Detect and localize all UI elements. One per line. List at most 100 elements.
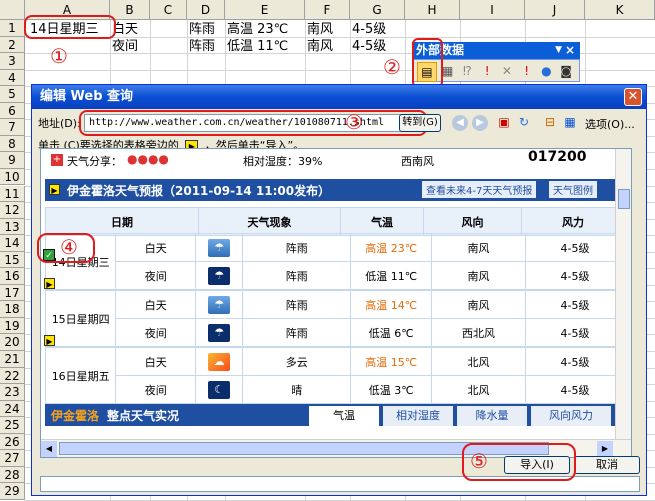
cancel-button[interactable]: 取消	[574, 456, 640, 474]
stop-icon[interactable]: ▣	[496, 115, 512, 131]
save-query-icon[interactable]: ▦	[562, 115, 578, 131]
refresh-status-icon[interactable]: ●	[538, 62, 556, 80]
query-parameters-icon[interactable]: ⁉	[459, 62, 477, 80]
table-select-arrow-icon[interactable]: ▶	[49, 184, 60, 195]
wind-direction-top: 西南风	[401, 155, 434, 168]
row-header-27[interactable]: 27	[0, 450, 25, 467]
forecast-force: 4-5级	[525, 261, 625, 290]
cell-g2[interactable]: 4-5级	[352, 38, 386, 56]
row-header-10[interactable]: 10	[0, 168, 25, 186]
toolbar-dropdown-icon[interactable]: ▼	[555, 42, 562, 59]
live-tab-wind[interactable]: 风向风力	[531, 406, 611, 426]
row-header-6[interactable]: 6	[0, 102, 25, 120]
scroll-left-icon[interactable]: ◀	[41, 441, 57, 457]
row-header-28[interactable]: 28	[0, 466, 25, 484]
scroll-right-icon[interactable]: ▶	[597, 441, 613, 457]
hide-icons-icon[interactable]: ⊟	[542, 115, 558, 131]
forecast-date: 15日星期四	[44, 290, 117, 347]
share-icons[interactable]: ●●●●	[127, 152, 169, 166]
row-header-8[interactable]: 8	[0, 135, 25, 153]
row-header-9[interactable]: 9	[0, 152, 25, 169]
forecast-header-row: 日期 天气现象 气温 风向 风力	[45, 207, 625, 236]
forecast-row: 14日星期三 白天 ☂ 阵雨 高温 23℃ 南风 4-5级	[44, 233, 625, 290]
cell-e1[interactable]: 高温 23℃	[227, 21, 288, 39]
row-header-19[interactable]: 19	[0, 317, 25, 335]
table-select-arrow-icon[interactable]: ▶	[44, 278, 55, 289]
col-header-f[interactable]: F	[305, 0, 350, 20]
col-header-b[interactable]: B	[110, 0, 150, 20]
refresh-icon[interactable]: ↻	[516, 115, 532, 131]
row-header-17[interactable]: 17	[0, 284, 25, 302]
cell-e2[interactable]: 低温 11℃	[227, 38, 288, 56]
col-header-k[interactable]: K	[585, 0, 655, 20]
col-header-d[interactable]: D	[187, 0, 225, 20]
corner-cell[interactable]	[0, 0, 25, 20]
forecast-wind: 南风	[430, 290, 527, 319]
go-button[interactable]: 转到(G)	[399, 114, 441, 132]
col-header-i[interactable]: I	[460, 0, 525, 20]
forecast-icon: ☂	[195, 290, 244, 319]
scroll-thumb[interactable]	[618, 189, 630, 209]
cell-f1[interactable]: 南风	[307, 21, 333, 39]
row-header-2[interactable]: 2	[0, 36, 25, 54]
row-header-25[interactable]: 25	[0, 417, 25, 434]
refresh-data-icon[interactable]: !	[478, 62, 496, 80]
edit-web-query-dialog[interactable]: 编辑 Web 查询 ✕ 地址(D): http://www.weather.co…	[31, 84, 647, 496]
row-header-24[interactable]: 24	[0, 400, 25, 418]
refresh-all-icon[interactable]: !	[518, 62, 536, 80]
cell-d1[interactable]: 阵雨	[189, 21, 215, 39]
row-header-12[interactable]: 12	[0, 202, 25, 219]
weather-legend-button[interactable]: 天气图例	[549, 181, 597, 198]
row-header-5[interactable]: 5	[0, 86, 25, 103]
live-title-place: 伊金霍洛	[51, 409, 100, 423]
dialog-titlebar[interactable]: 编辑 Web 查询 ✕	[32, 85, 646, 109]
col-header-h[interactable]: H	[405, 0, 460, 20]
dialog-close-button[interactable]: ✕	[624, 88, 642, 106]
row-header-3[interactable]: 3	[0, 53, 25, 70]
col-header-c[interactable]: C	[150, 0, 187, 20]
table-select-arrow-icon[interactable]: ▶	[44, 335, 55, 346]
more-forecast-button[interactable]: 查看未来4-7天天气预报	[422, 181, 537, 198]
row-header-7[interactable]: 7	[0, 119, 25, 136]
cancel-refresh-icon[interactable]: ✕	[498, 62, 516, 80]
col-header-g[interactable]: G	[350, 0, 405, 20]
cell-b2[interactable]: 夜间	[112, 38, 138, 56]
forecast-row: 夜间 ☾ 晴低温 3℃ 北风 4-5级	[46, 375, 625, 404]
row-header-11[interactable]: 11	[0, 185, 25, 203]
forecast-period: 白天	[115, 233, 197, 262]
cloudy-icon: ☁	[208, 352, 231, 371]
live-tab-precip[interactable]: 降水量	[457, 406, 527, 426]
web-content-pane[interactable]: + 天气分享： ●●●● 相对湿度：39% 西南风 017200 ▶ 伊金霍洛天…	[40, 148, 632, 458]
forecast-wind: 北风	[430, 347, 527, 376]
row-header-22[interactable]: 22	[0, 367, 25, 385]
vertical-scrollbar[interactable]	[615, 149, 631, 439]
camera-icon[interactable]: ◙	[557, 62, 575, 80]
header-date: 日期	[45, 207, 199, 236]
options-button[interactable]: 选项(O)...	[585, 116, 635, 132]
cell-g1[interactable]: 4-5级	[352, 21, 386, 39]
row-header-16[interactable]: 16	[0, 268, 25, 285]
annotation-number-1: ①	[50, 44, 68, 68]
row-header-20[interactable]: 20	[0, 334, 25, 351]
row-header-18[interactable]: 18	[0, 301, 25, 318]
plus-icon[interactable]: +	[51, 154, 63, 166]
back-icon[interactable]: ◀	[452, 115, 468, 131]
cell-d2[interactable]: 阵雨	[189, 38, 215, 56]
row-header-23[interactable]: 23	[0, 384, 25, 401]
col-header-j[interactable]: J	[525, 0, 585, 20]
row-header-29[interactable]: 29	[0, 483, 25, 500]
live-tab-humidity[interactable]: 相对湿度	[383, 406, 453, 426]
row-header-26[interactable]: 26	[0, 433, 25, 451]
forecast-wind: 西北风	[430, 318, 527, 347]
row-header-4[interactable]: 4	[0, 69, 25, 87]
row-header-21[interactable]: 21	[0, 351, 25, 368]
live-tab-temp[interactable]: 气温	[309, 406, 379, 426]
col-header-e[interactable]: E	[225, 0, 305, 20]
forward-icon[interactable]: ▶	[472, 115, 488, 131]
row-header-14[interactable]: 14	[0, 235, 25, 252]
row-header-13[interactable]: 13	[0, 218, 25, 236]
row-header-15[interactable]: 15	[0, 251, 25, 269]
cell-f2[interactable]: 南风	[307, 38, 333, 56]
toolbar-close-icon[interactable]: ×	[565, 42, 575, 59]
row-header-1[interactable]: 1	[0, 20, 25, 37]
